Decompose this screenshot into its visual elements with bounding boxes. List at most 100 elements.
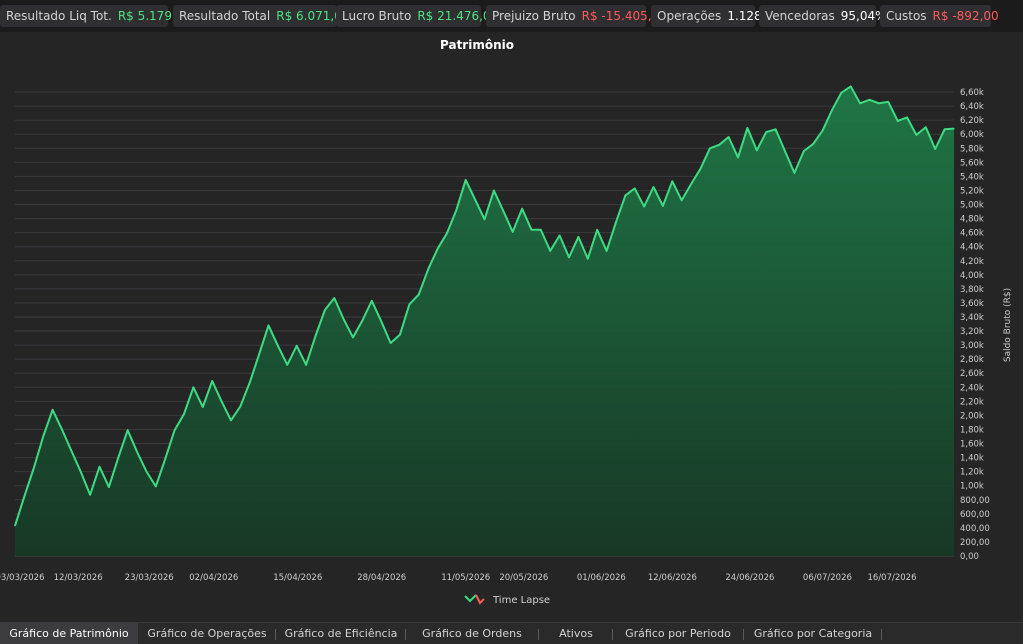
data-point — [361, 319, 363, 322]
stats-bar: Resultado Liq Tot. R$ 5.179,00 Resultado … — [0, 0, 1023, 32]
data-point — [239, 405, 241, 407]
y-tick-label: 2,80k — [960, 355, 984, 365]
data-point — [70, 450, 72, 452]
data-point — [267, 324, 270, 326]
data-point — [756, 149, 758, 151]
data-point — [878, 102, 880, 104]
data-point — [690, 183, 692, 185]
stat-vencedoras: Vencedoras 95,04% — [759, 5, 887, 27]
data-point — [549, 250, 551, 252]
y-tick-label: 1,40k — [960, 454, 984, 464]
stat-resultado-liq: Resultado Liq Tot. R$ 5.179,00 — [0, 5, 191, 27]
stat-label: Resultado Total — [179, 9, 271, 23]
y-tick-label: 5,60k — [960, 158, 984, 168]
data-point — [296, 345, 298, 347]
data-point — [803, 150, 805, 152]
stat-lucro-bruto: Lucro Bruto R$ 21.476,00 — [336, 5, 498, 27]
y-tick-label: 0,00 — [960, 552, 979, 562]
tab-divider — [275, 629, 276, 640]
data-point — [145, 471, 148, 473]
y-tick-label: 4,40k — [960, 243, 984, 253]
data-point — [183, 413, 185, 415]
data-point — [831, 109, 833, 111]
y-tick-label: 4,80k — [960, 215, 984, 225]
y-tick-label: 5,00k — [960, 201, 984, 211]
data-point — [474, 199, 476, 201]
data-point — [286, 364, 288, 366]
x-tick-label: 01/06/2026 — [577, 573, 626, 583]
stat-label: Custos — [886, 9, 927, 23]
y-tick-label: 200,00 — [960, 538, 990, 548]
tab-divider — [743, 629, 744, 640]
data-point — [390, 342, 392, 344]
y-tick-label: 2,60k — [960, 369, 984, 379]
tab-grafico-ordens[interactable]: Gráfico de Ordens — [407, 623, 537, 644]
data-point — [465, 179, 467, 181]
y-tick-label: 2,40k — [960, 383, 984, 393]
data-point — [164, 458, 166, 460]
data-point — [230, 419, 232, 421]
legend[interactable]: Time Lapse — [464, 594, 550, 606]
data-point — [324, 309, 326, 311]
data-point — [380, 320, 382, 322]
data-point — [427, 268, 429, 270]
y-tick-label: 800,00 — [960, 496, 990, 506]
data-point — [587, 258, 589, 260]
tab-grafico-patrimonio[interactable]: Gráfico de Patrimônio — [0, 623, 138, 644]
data-point — [812, 143, 814, 145]
data-point — [577, 236, 580, 238]
data-point — [728, 136, 730, 138]
data-point — [277, 345, 279, 347]
data-point — [23, 495, 25, 497]
y-tick-label: 4,00k — [960, 271, 984, 281]
data-point — [418, 293, 420, 296]
y-axis-label: Saldo Bruto (R$) — [1003, 288, 1013, 362]
data-point — [408, 303, 410, 305]
data-point — [174, 429, 176, 431]
chart-tabs: Gráfico de Patrimônio Gráfico de Operaçõ… — [0, 622, 1023, 644]
data-point — [314, 335, 317, 337]
data-point — [859, 102, 861, 104]
tab-grafico-periodo[interactable]: Gráfico por Periodo — [614, 623, 742, 644]
data-point — [718, 144, 720, 146]
data-point — [333, 297, 335, 299]
data-point — [925, 126, 927, 128]
data-point — [906, 116, 908, 118]
tab-grafico-categoria[interactable]: Gráfico por Categoria — [745, 623, 881, 644]
x-axis: 03/03/2026 12/03/2026 23/03/2026 02/04/2026… — [0, 573, 917, 583]
data-point — [634, 187, 636, 189]
y-tick-label: 6,60k — [960, 88, 984, 98]
tab-divider — [881, 629, 882, 640]
x-tick-label: 15/04/2026 — [273, 573, 322, 583]
data-point — [202, 406, 204, 408]
chart-title: Patrimônio — [440, 38, 514, 52]
data-point — [117, 457, 119, 459]
legend-line-icon-accent — [475, 594, 485, 605]
stat-label: Resultado Liq Tot. — [6, 9, 112, 23]
y-tick-label: 2,20k — [960, 397, 984, 407]
x-tick-label: 11/05/2026 — [441, 573, 490, 583]
data-point — [343, 318, 345, 320]
stat-label: Operações — [657, 9, 722, 23]
tab-grafico-operacoes[interactable]: Gráfico de Operações — [140, 623, 274, 644]
y-tick-label: 6,00k — [960, 130, 984, 140]
data-point — [33, 467, 35, 469]
y-tick-label: 5,20k — [960, 186, 984, 196]
y-axis: 0,00 200,00 400,00 600,00 800,00 1,00k 1,20k 1,… — [960, 88, 990, 562]
x-tick-label: 12/03/2026 — [54, 573, 103, 583]
x-tick-label: 06/07/2026 — [803, 573, 852, 583]
y-tick-label: 3,40k — [960, 313, 984, 323]
y-tick-label: 3,20k — [960, 327, 984, 337]
data-point — [493, 189, 495, 192]
data-point — [652, 186, 655, 188]
legend-line-icon — [464, 594, 477, 603]
x-tick-label: 03/03/2026 — [0, 573, 45, 583]
x-tick-label: 28/04/2026 — [357, 573, 406, 583]
stat-custos: Custos R$ -892,00 — [880, 5, 999, 27]
y-tick-label: 1,20k — [960, 468, 984, 478]
data-point — [108, 486, 110, 488]
x-tick-label: 23/03/2026 — [125, 573, 174, 583]
data-point — [624, 194, 627, 196]
tab-ativos[interactable]: Ativos — [540, 623, 612, 644]
tab-grafico-eficiencia[interactable]: Gráfico de Eficiência — [277, 623, 405, 644]
